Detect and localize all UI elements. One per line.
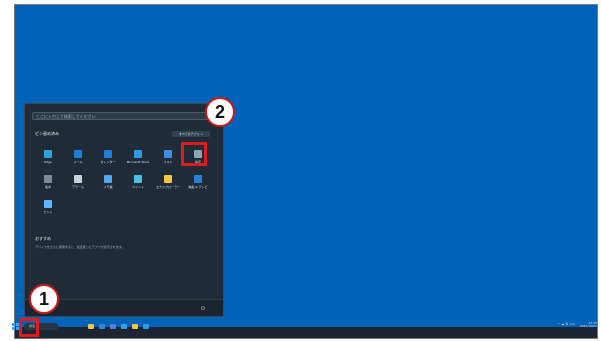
step-2-badge: 2 [205, 97, 235, 127]
notepad-icon [104, 175, 112, 183]
folder-icon [164, 175, 172, 183]
clock[interactable]: 17:15 2021/10/07 [580, 322, 597, 328]
recommended-text: デバイスをさらに使用すると、最近使ったアプリが表示されます。 [35, 245, 125, 249]
pinned-app-label: エクスプローラー [156, 185, 180, 189]
photos-icon [164, 150, 172, 158]
recommended-title: おすすめ [35, 236, 51, 241]
pinned-app-label: 映画 & テレビ [188, 185, 208, 189]
pinned-app-calendar[interactable]: カレンダー [97, 150, 119, 170]
start-search-input[interactable]: ここに入力して検索してください [32, 112, 216, 120]
windows-logo-icon [12, 323, 15, 326]
settings-highlight [181, 142, 207, 166]
start-button[interactable] [12, 323, 19, 330]
taskbar-edge-icon[interactable] [121, 324, 127, 329]
tips-icon [44, 200, 52, 208]
start-button-highlight [19, 318, 39, 337]
mail-icon [74, 150, 82, 158]
paint-icon [134, 175, 142, 183]
movies-icon [194, 175, 202, 183]
pinned-app-label: メモ帳 [103, 185, 113, 189]
pinned-app-edge[interactable]: Edge [37, 150, 59, 170]
pinned-app-photos[interactable]: フォト [157, 150, 179, 170]
calculator-icon [44, 175, 52, 183]
taskbar-chat-icon[interactable] [110, 324, 116, 329]
screen-frame: ここに入力して検索してください ピン留め済み すべてのアプリ > Edge メール… [14, 4, 598, 339]
pinned-app-label: フォト [163, 160, 173, 164]
store-icon [134, 150, 142, 158]
pinned-app-label: ペイント [131, 185, 144, 189]
pinned-app-label: Edge [44, 160, 52, 164]
pinned-app-label: Microsoft Store [126, 160, 150, 164]
taskbar-explorer-icon[interactable] [88, 324, 94, 329]
alarm-icon [74, 175, 82, 183]
pinned-app-folder[interactable]: エクスプローラー [156, 175, 180, 195]
pinned-title: ピン留め済み [35, 131, 59, 136]
system-tray[interactable]: ^ ☁ 令 ◁ ⊡ [558, 322, 575, 326]
pinned-app-store[interactable]: Microsoft Store [127, 150, 149, 170]
start-menu: ここに入力して検索してください ピン留め済み すべてのアプリ > Edge メール… [24, 103, 224, 317]
calendar-icon [104, 150, 112, 158]
pinned-app-alarm[interactable]: アラーム [67, 175, 89, 195]
pinned-app-label: 電卓 [44, 185, 51, 189]
edge-icon [44, 150, 52, 158]
pinned-app-movies[interactable]: 映画 & テレビ [187, 175, 209, 195]
pinned-app-notepad[interactable]: メモ帳 [97, 175, 119, 195]
pinned-app-label: アラーム [72, 185, 84, 189]
taskbar-store-icon[interactable] [143, 324, 149, 329]
all-apps-button[interactable]: すべてのアプリ > [172, 131, 210, 137]
pinned-app-label: ヒント [43, 210, 53, 214]
taskbar-widgets-icon[interactable] [99, 324, 105, 329]
pinned-app-tips[interactable]: ヒント [37, 200, 59, 220]
pinned-app-calculator[interactable]: 電卓 [37, 175, 59, 195]
clock-date: 2021/10/07 [579, 324, 597, 328]
pinned-app-mail[interactable]: メール [67, 150, 89, 170]
pinned-app-label: カレンダー [100, 160, 116, 164]
step-1-badge: 1 [29, 284, 59, 314]
pinned-app-label: メール [73, 160, 83, 164]
power-icon[interactable]: ⏻ [201, 306, 205, 312]
taskbar-folder-icon[interactable] [132, 324, 138, 329]
pinned-app-paint[interactable]: ペイント [127, 175, 149, 195]
